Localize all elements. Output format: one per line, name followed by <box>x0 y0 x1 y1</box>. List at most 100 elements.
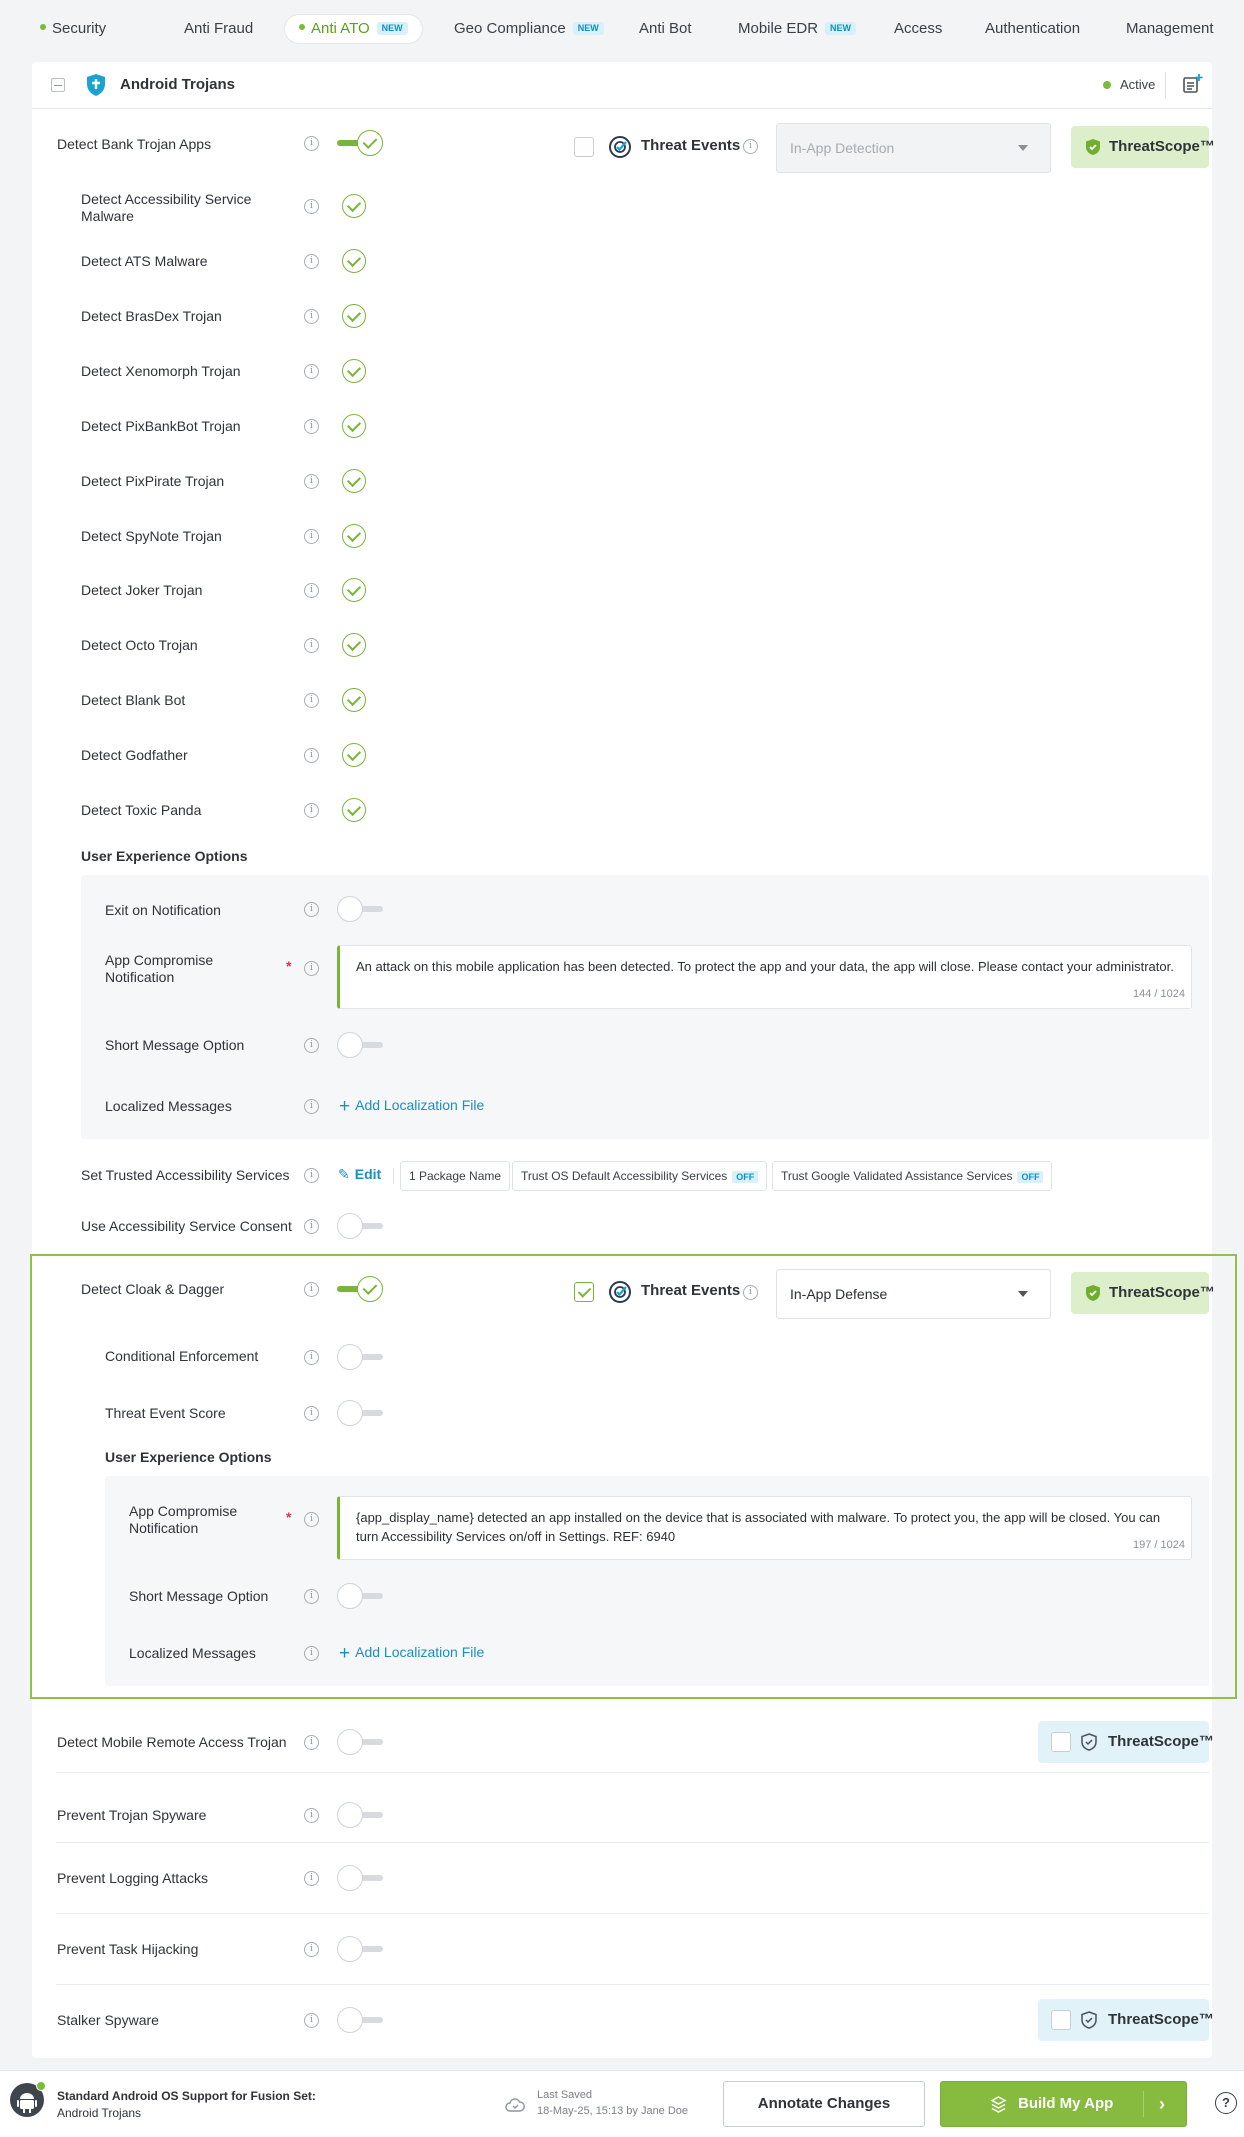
protection-row-toggle[interactable] <box>337 1729 385 1755</box>
enabled-check-icon[interactable] <box>342 359 366 383</box>
trust-os-pill[interactable]: Trust OS Default Accessibility Services O… <box>512 1161 768 1191</box>
info-icon[interactable]: i <box>304 1099 319 1114</box>
info-icon[interactable]: i <box>304 474 319 489</box>
info-icon[interactable]: i <box>304 419 319 434</box>
nav-tab-security[interactable]: Security <box>40 15 106 43</box>
enabled-check-icon[interactable] <box>342 743 366 767</box>
enabled-check-icon[interactable] <box>342 194 366 218</box>
threatscope-button[interactable]: ThreatScope™ <box>1038 1999 1214 2041</box>
threatscope-checkbox[interactable] <box>1051 2010 1071 2030</box>
cloak-add-localization-link[interactable]: + Add Localization File <box>339 1641 484 1664</box>
info-icon[interactable]: i <box>304 1942 319 1957</box>
header-divider-vertical <box>1165 72 1166 98</box>
enabled-check-icon[interactable] <box>342 578 366 602</box>
cloak-threat-events-checkbox[interactable] <box>574 1282 594 1302</box>
info-icon[interactable]: i <box>304 748 319 763</box>
nav-tab-anti-ato[interactable]: Anti ATO NEW <box>285 15 422 43</box>
bank-threat-events-checkbox[interactable] <box>574 137 594 157</box>
short-message-toggle[interactable] <box>337 1032 385 1058</box>
info-icon[interactable]: i <box>304 803 319 818</box>
info-icon[interactable]: i <box>304 1350 319 1365</box>
info-icon[interactable]: i <box>304 1735 319 1750</box>
package-name-pill[interactable]: 1 Package Name <box>400 1161 511 1191</box>
build-my-app-button[interactable]: Build My App › <box>940 2081 1187 2127</box>
enabled-check-icon[interactable] <box>342 798 366 822</box>
nav-tab-access[interactable]: Access <box>894 15 942 43</box>
status-active-dot <box>1103 81 1111 89</box>
info-icon[interactable]: i <box>304 693 319 708</box>
bank-trojan-toggle[interactable] <box>337 130 385 156</box>
info-icon[interactable]: i <box>304 1038 319 1053</box>
nav-tab-anti-bot[interactable]: Anti Bot <box>639 15 692 43</box>
nav-tab-authentication[interactable]: Authentication <box>985 15 1080 43</box>
info-icon[interactable]: i <box>304 1406 319 1421</box>
enabled-check-icon[interactable] <box>342 633 366 657</box>
conditional-enforcement-toggle[interactable] <box>337 1344 385 1370</box>
trust-google-pill[interactable]: Trust Google Validated Assistance Servic… <box>772 1161 1053 1191</box>
edit-button[interactable]: ✎ Edit <box>338 1166 381 1183</box>
cloak-defense-select[interactable]: In-App Defense <box>776 1269 1051 1319</box>
info-icon[interactable]: i <box>304 1646 319 1661</box>
info-icon[interactable]: i <box>304 902 319 917</box>
nav-tab-mobile-edr[interactable]: Mobile EDR NEW <box>738 15 857 43</box>
help-button[interactable]: ? <box>1215 2092 1237 2114</box>
add-localization-link[interactable]: + Add Localization File <box>339 1094 484 1117</box>
enabled-check-icon[interactable] <box>342 304 366 328</box>
info-icon[interactable]: i <box>304 2013 319 2028</box>
info-icon[interactable]: i <box>304 199 319 214</box>
enabled-check-icon[interactable] <box>342 469 366 493</box>
info-icon[interactable]: i <box>304 1282 319 1297</box>
enabled-check-icon[interactable] <box>342 414 366 438</box>
collapse-icon[interactable] <box>51 78 65 92</box>
threatscope-checkbox[interactable] <box>1051 1732 1071 1752</box>
info-icon[interactable]: i <box>304 1168 319 1183</box>
app-compromise-textarea[interactable]: An attack on this mobile application has… <box>337 945 1192 1009</box>
protection-row-toggle[interactable] <box>337 1936 385 1962</box>
nav-tab-geo-compliance[interactable]: Geo Compliance NEW <box>454 15 604 43</box>
info-icon[interactable]: i <box>743 139 758 154</box>
cloak-short-message-toggle[interactable] <box>337 1583 385 1609</box>
annotate-changes-button[interactable]: Annotate Changes <box>723 2081 925 2127</box>
header-divider <box>32 108 1212 109</box>
threatscope-button[interactable]: ThreatScope™ <box>1038 1721 1214 1763</box>
nav-tab-anti-fraud[interactable]: Anti Fraud <box>184 15 253 43</box>
add-note-icon[interactable] <box>1182 72 1204 94</box>
enabled-check-icon[interactable] <box>342 249 366 273</box>
info-icon[interactable]: i <box>304 364 319 379</box>
threat-event-score-toggle[interactable] <box>337 1400 385 1426</box>
android-avatar <box>10 2081 46 2117</box>
cloak-threatscope-button[interactable]: ThreatScope™ <box>1071 1272 1215 1314</box>
bank-child-label: Detect BrasDex Trojan <box>81 308 222 324</box>
info-icon[interactable]: i <box>304 309 319 324</box>
bank-detection-select[interactable]: In-App Detection <box>776 123 1051 173</box>
info-icon[interactable]: i <box>304 638 319 653</box>
info-icon[interactable]: i <box>743 1285 758 1300</box>
info-icon[interactable]: i <box>304 529 319 544</box>
nav-tab-management[interactable]: Management <box>1126 15 1214 43</box>
enabled-check-icon[interactable] <box>342 524 366 548</box>
info-icon[interactable]: i <box>304 1808 319 1823</box>
exit-on-notification-toggle[interactable] <box>337 896 385 922</box>
info-icon[interactable]: i <box>304 583 319 598</box>
cloak-app-compromise-textarea[interactable]: {app_display_name} detected an app insta… <box>337 1496 1192 1560</box>
protection-row-toggle[interactable] <box>337 2007 385 2033</box>
info-icon[interactable]: i <box>304 136 319 151</box>
chevron-right-icon[interactable]: › <box>1159 2082 1165 2126</box>
page-title: Android Trojans <box>120 76 236 93</box>
bank-threatscope-button[interactable]: ThreatScope™ <box>1071 126 1215 168</box>
consent-toggle[interactable] <box>337 1213 385 1239</box>
info-icon[interactable]: i <box>304 1512 319 1527</box>
protection-row-toggle[interactable] <box>337 1865 385 1891</box>
enabled-check-icon[interactable] <box>342 688 366 712</box>
bank-child-label: Detect Xenomorph Trojan <box>81 363 241 379</box>
protection-row-toggle[interactable] <box>337 1802 385 1828</box>
cloak-dagger-toggle[interactable] <box>337 1276 385 1302</box>
info-icon[interactable]: i <box>304 1589 319 1604</box>
info-icon[interactable]: i <box>304 254 319 269</box>
shield-icon <box>87 74 105 96</box>
threatscope-shield-icon <box>1081 2011 1097 2029</box>
info-icon[interactable]: i <box>304 1871 319 1886</box>
info-icon[interactable]: i <box>304 1219 319 1234</box>
info-icon[interactable]: i <box>304 961 319 976</box>
cloak-dagger-label: Detect Cloak & Dagger <box>81 1281 225 1297</box>
